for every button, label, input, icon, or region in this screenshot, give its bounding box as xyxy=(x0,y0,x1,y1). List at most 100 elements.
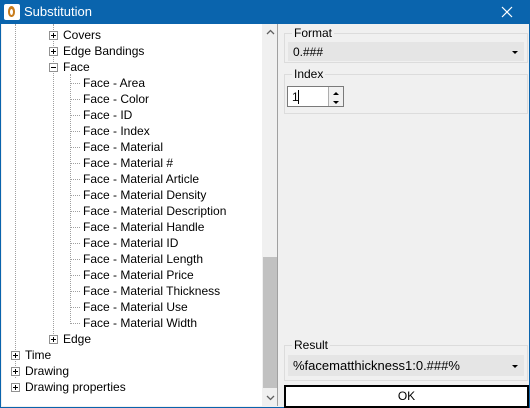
index-spinbox[interactable]: 1 xyxy=(287,86,344,107)
tree-line xyxy=(15,24,16,378)
tree-item-face[interactable]: Face xyxy=(62,59,90,75)
format-combobox[interactable]: 0.### xyxy=(288,42,524,61)
tree-item-label: Face - Material Width xyxy=(83,316,198,330)
tree-line xyxy=(70,147,80,148)
ok-button[interactable]: OK xyxy=(284,385,529,408)
expand-icon[interactable] xyxy=(49,31,58,40)
tree-item-label: Face - Material Density xyxy=(83,188,207,202)
tree-line xyxy=(70,307,80,308)
chevron-down-icon xyxy=(266,395,275,401)
index-label: Index xyxy=(292,67,326,81)
chevron-down-icon xyxy=(512,51,518,54)
tree-item-face-area[interactable]: Face - Area xyxy=(82,75,145,91)
tree-line xyxy=(70,323,80,324)
tree-item-face-material-width[interactable]: Face - Material Width xyxy=(82,315,197,331)
tree-item-label: Face - Index xyxy=(83,124,150,138)
substitution-tree[interactable]: Covers Edge Bandings Face Face - Area Fa… xyxy=(2,24,278,406)
tree-item-label: Face - Material Length xyxy=(83,252,204,266)
tree-line xyxy=(70,163,80,164)
result-combobox[interactable]: %facematthickness1:0.###% xyxy=(288,355,524,376)
tree-item-edge[interactable]: Edge xyxy=(62,331,91,347)
tree-item-face-material-number[interactable]: Face - Material # xyxy=(82,155,173,171)
tree-item-label: Face - Material Price xyxy=(83,268,194,282)
format-group: Format 0.### xyxy=(284,26,528,63)
tree-item-label: Face - Color xyxy=(83,92,150,106)
title-bar: Substitution xyxy=(0,0,530,24)
close-button[interactable] xyxy=(484,0,530,24)
tree-item-face-material[interactable]: Face - Material xyxy=(82,139,163,155)
tree-item-face-id[interactable]: Face - ID xyxy=(82,107,132,123)
text-cursor xyxy=(298,90,299,104)
tree-item-face-material-use[interactable]: Face - Material Use xyxy=(82,299,188,315)
chevron-up-icon xyxy=(266,29,275,35)
tree-item-face-material-length[interactable]: Face - Material Length xyxy=(82,251,203,267)
tree-item-face-material-thickness[interactable]: Face - Material Thickness xyxy=(82,283,220,299)
tree-item-face-material-density[interactable]: Face - Material Density xyxy=(82,187,206,203)
tree-line xyxy=(70,291,80,292)
tree-item-time[interactable]: Time xyxy=(24,347,51,363)
tree-line xyxy=(70,131,80,132)
tree-item-label: Face - Material Handle xyxy=(83,220,205,234)
collapse-icon[interactable] xyxy=(49,63,58,72)
result-value: %facematthickness1:0.###% xyxy=(293,358,460,373)
tree-item-drawing-properties[interactable]: Drawing properties xyxy=(24,379,126,395)
tree-item-label: Drawing properties xyxy=(25,380,126,394)
tree-line xyxy=(70,227,80,228)
app-logo-icon xyxy=(4,4,20,20)
scroll-up-button[interactable] xyxy=(262,24,277,41)
tree-item-label: Face - Material xyxy=(83,140,164,154)
expand-icon[interactable] xyxy=(11,351,20,360)
tree-scrollbar[interactable] xyxy=(262,24,277,406)
spin-down-icon xyxy=(333,101,339,104)
tree-line xyxy=(70,259,80,260)
tree-line xyxy=(70,83,80,84)
tree-item-label: Face - Material # xyxy=(83,156,174,170)
tree-line xyxy=(70,243,80,244)
expand-icon[interactable] xyxy=(49,47,58,56)
tree-item-label: Covers xyxy=(63,28,102,42)
expand-icon[interactable] xyxy=(11,367,20,376)
tree-item-label: Edge xyxy=(63,332,92,346)
close-icon xyxy=(501,6,513,18)
tree-item-drawing[interactable]: Drawing xyxy=(24,363,69,379)
tree-item-face-index[interactable]: Face - Index xyxy=(82,123,150,139)
tree-item-label: Face - Material ID xyxy=(83,236,179,250)
expand-icon[interactable] xyxy=(11,383,20,392)
tree-line xyxy=(70,74,71,324)
tree-item-label: Face - ID xyxy=(83,108,133,122)
tree-item-face-material-price[interactable]: Face - Material Price xyxy=(82,267,194,283)
tree-item-label: Edge Bandings xyxy=(63,44,145,58)
format-label: Format xyxy=(292,26,335,40)
tree-item-label: Time xyxy=(25,348,52,362)
tree-line xyxy=(70,275,80,276)
tree-line xyxy=(70,115,80,116)
spin-buttons xyxy=(328,87,343,106)
tree-line xyxy=(70,211,80,212)
dialog-body: Covers Edge Bandings Face Face - Area Fa… xyxy=(0,24,530,408)
tree-line xyxy=(70,99,80,100)
tree-item-label: Face - Material Thickness xyxy=(83,284,221,298)
scroll-down-button[interactable] xyxy=(262,389,277,406)
tree-item-face-material-handle[interactable]: Face - Material Handle xyxy=(82,219,204,235)
format-value: 0.### xyxy=(293,45,324,59)
tree-item-label: Face - Material Article xyxy=(83,172,200,186)
tree-item-label: Drawing xyxy=(25,364,70,378)
properties-panel: Format 0.### Index 1 Result %facematthic… xyxy=(283,24,529,406)
tree-item-label: Face - Material Description xyxy=(83,204,227,218)
tree-line xyxy=(70,195,80,196)
tree-item-label: Face - Area xyxy=(83,76,146,90)
chevron-down-icon xyxy=(512,365,518,368)
spin-down-button[interactable] xyxy=(328,96,343,106)
scroll-thumb[interactable] xyxy=(263,257,277,388)
tree-item-face-material-id[interactable]: Face - Material ID xyxy=(82,235,178,251)
tree-line xyxy=(70,179,80,180)
tree-item-face-material-description[interactable]: Face - Material Description xyxy=(82,203,226,219)
tree-item-face-material-article[interactable]: Face - Material Article xyxy=(82,171,199,187)
tree-item-edge-bandings[interactable]: Edge Bandings xyxy=(62,43,144,59)
result-label: Result xyxy=(292,338,331,352)
window-title: Substitution xyxy=(24,4,92,19)
tree-item-face-color[interactable]: Face - Color xyxy=(82,91,149,107)
tree-item-covers[interactable]: Covers xyxy=(62,27,101,43)
tree-item-label: Face xyxy=(63,60,90,74)
expand-icon[interactable] xyxy=(49,335,58,344)
